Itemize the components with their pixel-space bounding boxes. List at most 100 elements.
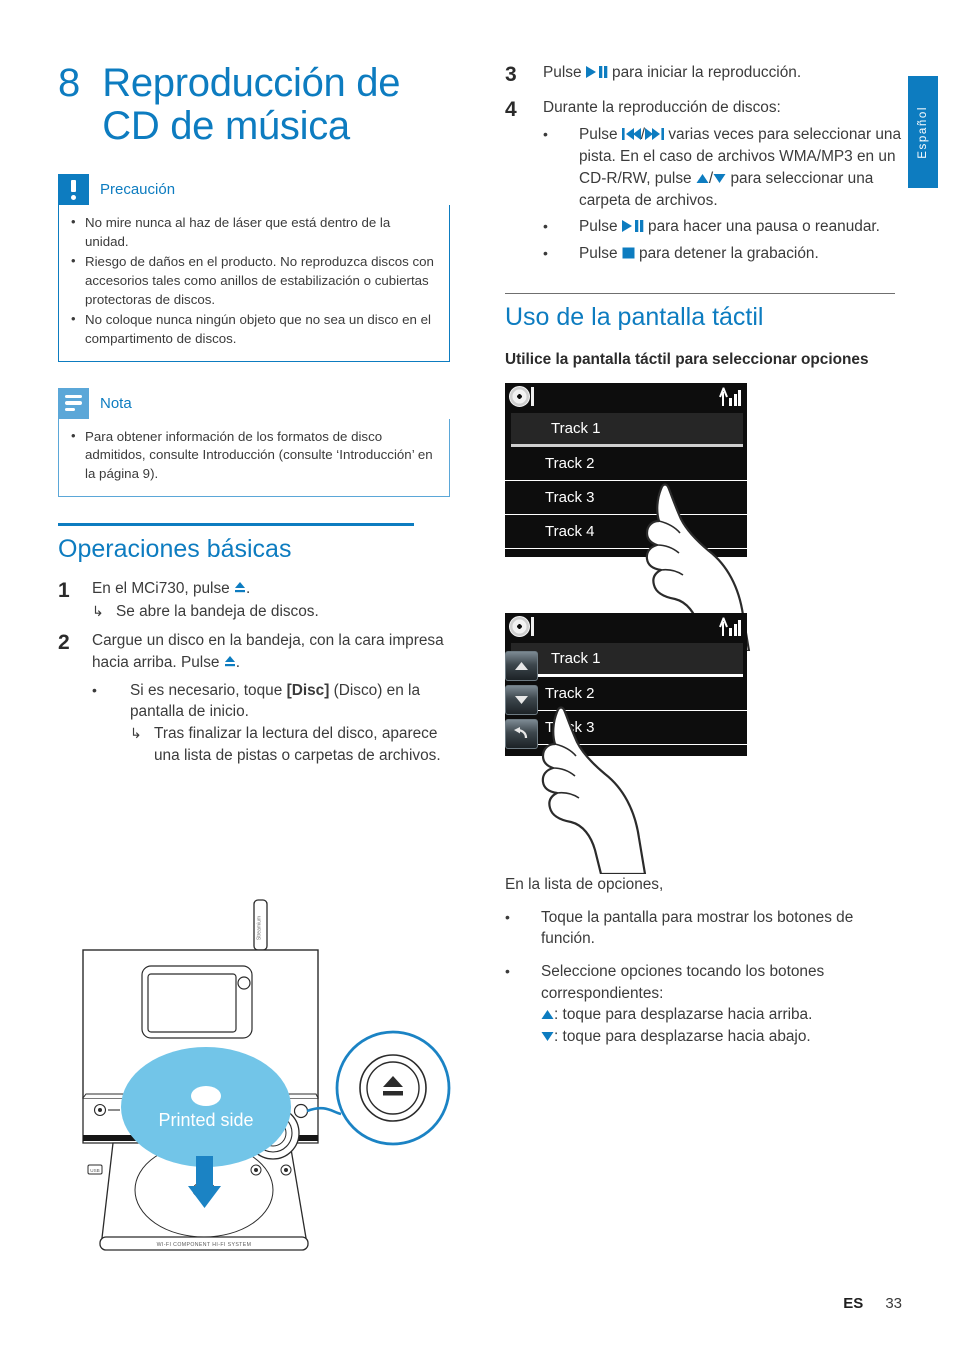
play-pause-icon [585, 63, 608, 84]
step-text-after: . [235, 653, 241, 671]
basic-ops-steps: 1 En el MCi730, pulse . ↳ Se abre la ban… [58, 578, 458, 771]
manual-page: 8 Reproducción de CD de música Precaució… [0, 0, 954, 1350]
list-item: Riesgo de daños en el producto. No repro… [67, 252, 437, 310]
step-text: En el MCi730, pulse . ↳ Se abre la bande… [92, 578, 458, 623]
eject-icon [234, 579, 246, 600]
section-title: Uso de la pantalla táctil [505, 302, 764, 331]
step-4-bullets: • Pulse / varias veces para seleccionar … [543, 124, 905, 266]
bullet-text: Si es necesario, toque [Disc] (Disco) en… [130, 680, 458, 766]
bullet-text: Pulse para hacer una pausa o reanudar. [579, 216, 905, 238]
step-text-after: . [246, 579, 251, 597]
bullet-text-before: Si es necesario, toque [130, 681, 287, 699]
locale-code: ES [843, 1295, 864, 1312]
track-label: Track 2 [545, 684, 595, 702]
result-arrow-icon: ↳ [92, 603, 104, 620]
note-body: Para obtener información de los formatos… [58, 418, 450, 498]
bullet-text-before: Pulse [579, 245, 622, 263]
step-3: 3 Pulse para iniciar la reproducción. [505, 62, 905, 89]
status-bar [505, 382, 747, 410]
result-text: Se abre la bandeja de discos. [116, 603, 319, 621]
bullet-marker: • [543, 218, 548, 235]
disc-slot-indicator [531, 616, 534, 636]
track-row[interactable]: Track 2 [505, 677, 747, 711]
scroll-up-button[interactable] [505, 650, 538, 681]
track-row[interactable]: Track 3 [505, 711, 747, 745]
disc-slot-indicator [531, 386, 534, 406]
track-list: Track 1 Track 2 Track 3 [505, 642, 747, 779]
back-button[interactable] [505, 718, 538, 749]
step-1: 1 En el MCi730, pulse . ↳ Se abre la ban… [58, 578, 458, 623]
antenna-label: Streamium [257, 916, 263, 940]
step-number: 4 [505, 97, 517, 121]
step-number: 1 [58, 578, 70, 602]
result-text: Tras finalizar la lectura del disco, apa… [154, 725, 441, 764]
section-rule [58, 523, 414, 527]
device-illustration: Streamium WI-FI COMPONENT HI-FI SYSTEM U… [58, 898, 458, 1270]
printed-side-label: Printed side [158, 1110, 253, 1130]
track-row-selected[interactable]: Track 1 [511, 412, 743, 447]
step-result: ↳ Se abre la bandeja de discos. [92, 601, 458, 622]
list-item: Para obtener información de los formatos… [67, 427, 437, 485]
track-row[interactable] [505, 745, 747, 779]
bullet-marker: • [505, 908, 510, 925]
device-screen: Track 1 Track 2 Track 3 [505, 612, 747, 779]
step-text-before: Cargue un disco en la bandeja, con la ca… [92, 632, 444, 671]
track-row[interactable]: Track 2 [505, 447, 747, 481]
track-label: Track 1 [551, 649, 601, 667]
chapter-number: 8 [58, 61, 81, 105]
bullet-marker: • [505, 963, 510, 980]
page-footer: ES 33 [843, 1295, 902, 1312]
result-arrow-icon: ↳ [130, 725, 142, 742]
touchscreen-bullets: • Toque la pantalla para mostrar los bot… [505, 907, 905, 1049]
caution-callout: Precaución No mire nunca al haz de láser… [58, 174, 450, 362]
step-text: Durante la reproducción de discos: • Pul… [543, 97, 905, 271]
bullet-text: Pulse / varias veces para seleccionar un… [579, 124, 905, 211]
bullet-marker: • [543, 245, 548, 262]
up-arrow-icon [541, 1005, 554, 1026]
note-label: Nota [100, 394, 132, 412]
scroll-down-button[interactable] [505, 684, 538, 715]
touchscreen-intro: Utilice la pantalla táctil para seleccio… [505, 351, 869, 369]
list-item: • Toque la pantalla para mostrar los bot… [505, 907, 905, 950]
function-buttons [505, 650, 538, 749]
scroll-down-hint: : toque para desplazarse hacia abajo. [541, 1026, 905, 1048]
wifi-signal-icon [719, 387, 741, 406]
chapter-heading: 8 Reproducción de CD de música [58, 61, 458, 148]
language-tab: Español [908, 76, 938, 188]
note-callout: Nota Para obtener información de los for… [58, 387, 450, 498]
track-row-selected[interactable]: Track 1 [511, 642, 743, 677]
list-item: • Pulse / varias veces para seleccionar … [543, 124, 905, 211]
step-text: Cargue un disco en la bandeja, con la ca… [92, 630, 458, 771]
scroll-down-text: : toque para desplazarse hacia abajo. [554, 1028, 811, 1046]
track-list: Track 1 Track 2 Track 3 Track 4 [505, 412, 747, 549]
section-rule [505, 292, 895, 294]
caution-body: No mire nunca al haz de láser que está d… [58, 205, 450, 362]
track-row[interactable]: Track 4 [505, 515, 747, 549]
basic-ops-section-heading: Operaciones básicas [58, 523, 458, 564]
stop-icon [622, 244, 635, 265]
step-4: 4 Durante la reproducción de discos: • P… [505, 97, 905, 271]
page-number: 33 [885, 1295, 902, 1312]
bullet-text-main: Seleccione opciones tocando los botones … [541, 963, 825, 1002]
touchscreen-mockup-1: Track 1 Track 2 Track 3 Track 4 [505, 382, 751, 651]
track-label: Track 4 [545, 522, 595, 540]
track-row[interactable]: Track 3 [505, 481, 747, 515]
step-text-before: En el MCi730, pulse [92, 579, 235, 597]
bullet-marker: • [92, 681, 97, 698]
printed-side-disc [121, 1047, 291, 1167]
previous-icon [621, 125, 641, 146]
list-item: No mire nunca al haz de láser que está d… [67, 213, 437, 252]
next-icon [645, 125, 665, 146]
note-header: Nota [58, 387, 450, 419]
step-2-result: ↳ Tras finalizar la lectura del disco, a… [130, 723, 458, 766]
caution-label: Precaución [100, 181, 176, 199]
play-pause-icon [621, 217, 644, 238]
step-number: 2 [58, 631, 70, 655]
disc-icon [509, 385, 530, 407]
step-2: 2 Cargue un disco en la bandeja, con la … [58, 630, 458, 771]
status-bar [505, 612, 747, 640]
step-text-before: Pulse [543, 64, 586, 81]
exclamation-icon [58, 174, 89, 206]
bullet-bold-label: [Disc] [286, 681, 330, 699]
device-screen: Track 1 Track 2 Track 3 Track 4 [505, 382, 747, 557]
